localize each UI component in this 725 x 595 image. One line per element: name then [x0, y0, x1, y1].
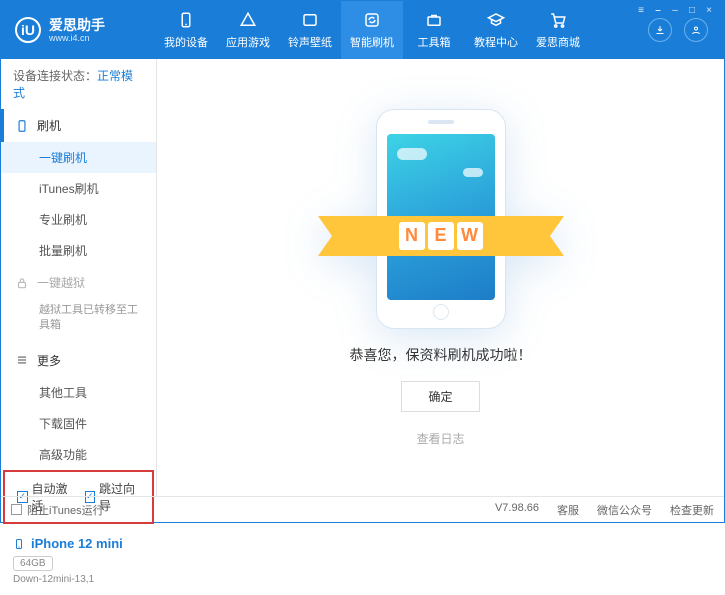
version-label: V7.98.66: [495, 502, 539, 518]
sidebar-item-itunes-flash[interactable]: iTunes刷机: [1, 173, 156, 204]
nav-label: 铃声壁纸: [288, 34, 332, 50]
section-title: 刷机: [37, 117, 61, 134]
sidebar-item-download-firmware[interactable]: 下载固件: [1, 408, 156, 439]
status-bar: 阻止iTunes运行 V7.98.66 客服 微信公众号 检查更新: [1, 496, 724, 522]
section-title: 更多: [37, 352, 61, 369]
nav-label: 工具箱: [418, 34, 451, 50]
nav-ringtones[interactable]: 铃声壁纸: [279, 1, 341, 59]
app-url: www.i4.cn: [49, 33, 105, 43]
main-nav: 我的设备 应用游戏 铃声壁纸 智能刷机 工具箱 教程中心: [155, 1, 648, 59]
account-button[interactable]: [684, 18, 708, 42]
toolbox-icon: [424, 10, 444, 30]
body: 设备连接状态：正常模式 刷机 一键刷机 iTunes刷机 专业刷机 批量刷机 一…: [1, 59, 724, 496]
success-message: 恭喜您，保资料刷机成功啦！: [350, 345, 532, 365]
checkbox-icon: [11, 504, 22, 515]
flash-icon: [15, 119, 29, 133]
support-link[interactable]: 客服: [557, 502, 579, 518]
nav-label: 教程中心: [474, 34, 518, 50]
jailbreak-note: 越狱工具已转移至工具箱: [1, 299, 156, 344]
check-update-link[interactable]: 检查更新: [670, 502, 714, 518]
nav-tutorials[interactable]: 教程中心: [465, 1, 527, 59]
phone-icon: [176, 10, 196, 30]
nav-apps-games[interactable]: 应用游戏: [217, 1, 279, 59]
app-title: 爱思助手: [49, 17, 105, 33]
device-capacity: 64GB: [13, 556, 53, 571]
sidebar-section-jailbreak: 一键越狱: [1, 266, 156, 299]
sidebar-item-advanced[interactable]: 高级功能: [1, 439, 156, 470]
ok-button[interactable]: 确定: [401, 381, 479, 412]
connection-status: 设备连接状态：正常模式: [1, 59, 156, 109]
minimize-icon[interactable]: –: [668, 4, 682, 16]
device-icon: [13, 536, 25, 552]
header-actions: [648, 18, 708, 42]
nav-label: 应用游戏: [226, 34, 270, 50]
section-title: 一键越狱: [37, 274, 85, 291]
list-icon: [15, 353, 29, 367]
menu-icon[interactable]: ≡: [634, 4, 648, 16]
sidebar-item-batch-flash[interactable]: 批量刷机: [1, 235, 156, 266]
close-icon[interactable]: ×: [702, 4, 716, 16]
sidebar-item-oneclick-flash[interactable]: 一键刷机: [1, 142, 156, 173]
nav-my-device[interactable]: 我的设备: [155, 1, 217, 59]
nav-store[interactable]: 爱思商城: [527, 1, 589, 59]
wechat-link[interactable]: 微信公众号: [597, 502, 652, 518]
device-name: iPhone 12 mini: [31, 536, 123, 551]
nav-label: 智能刷机: [350, 34, 394, 50]
wallpaper-icon: [300, 10, 320, 30]
sidebar-bottom: ✓自动激活 ✓跳过向导 iPhone 12 mini 64GB Down-12m…: [1, 470, 156, 595]
maximize-icon[interactable]: □: [685, 4, 699, 16]
download-button[interactable]: [648, 18, 672, 42]
banner-letter: W: [457, 222, 483, 250]
main-content: N E W 恭喜您，保资料刷机成功啦！ 确定 查看日志: [157, 59, 724, 496]
pin-icon[interactable]: ⎯: [651, 4, 665, 16]
view-log-link[interactable]: 查看日志: [416, 430, 464, 447]
title-bar: ≡ ⎯ – □ × iU 爱思助手 www.i4.cn 我的设备 应用游戏: [1, 1, 724, 59]
banner-letter: E: [428, 222, 454, 250]
lock-icon: [15, 276, 29, 290]
sidebar: 设备连接状态：正常模式 刷机 一键刷机 iTunes刷机 专业刷机 批量刷机 一…: [1, 59, 157, 496]
sidebar-item-pro-flash[interactable]: 专业刷机: [1, 204, 156, 235]
app-logo: iU 爱思助手 www.i4.cn: [15, 17, 155, 43]
app-window: ≡ ⎯ – □ × iU 爱思助手 www.i4.cn 我的设备 应用游戏: [0, 0, 725, 523]
sidebar-item-other-tools[interactable]: 其他工具: [1, 377, 156, 408]
nav-label: 爱思商城: [536, 34, 580, 50]
sidebar-section-more[interactable]: 更多: [1, 344, 156, 377]
nav-smart-flash[interactable]: 智能刷机: [341, 1, 403, 59]
new-banner: N E W: [307, 210, 575, 262]
banner-letter: N: [399, 222, 425, 250]
nav-label: 我的设备: [164, 34, 208, 50]
window-controls: ≡ ⎯ – □ ×: [634, 4, 716, 16]
phone-illustration: N E W: [376, 109, 506, 329]
device-firmware: Down-12mini-13,1: [13, 574, 144, 585]
logo-icon: iU: [15, 17, 41, 43]
graduation-icon: [486, 10, 506, 30]
sync-icon: [362, 10, 382, 30]
sidebar-section-flash[interactable]: 刷机: [1, 109, 156, 142]
app-store-icon: [238, 10, 258, 30]
nav-toolbox[interactable]: 工具箱: [403, 1, 465, 59]
checkbox-label: 阻止iTunes运行: [27, 502, 104, 518]
conn-label: 设备连接状态：: [13, 69, 97, 83]
device-info[interactable]: iPhone 12 mini 64GB Down-12mini-13,1: [1, 530, 156, 595]
checkbox-block-itunes[interactable]: 阻止iTunes运行: [11, 502, 104, 518]
cart-icon: [548, 10, 568, 30]
